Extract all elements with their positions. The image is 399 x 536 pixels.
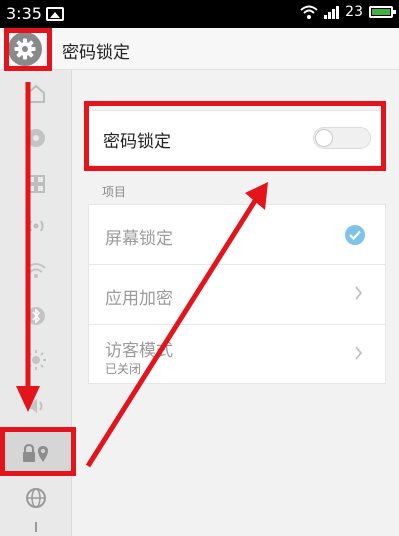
battery-level: 23	[345, 4, 363, 20]
sidebar-item-wifi[interactable]	[0, 248, 72, 292]
volume-icon	[28, 399, 43, 413]
list-item-label: 访客模式	[105, 341, 173, 361]
sidebar-item-home[interactable]	[0, 72, 72, 116]
list-item-guest-mode[interactable]: 访客模式 已关闭	[89, 325, 385, 385]
sidebar-item-compass[interactable]	[0, 116, 72, 160]
sidebar-item-grid[interactable]	[0, 162, 72, 206]
sidebar-item-bluetooth[interactable]	[0, 294, 72, 338]
annotation-box-gear	[4, 28, 52, 71]
more-icon	[35, 522, 37, 532]
list-item-label: 屏幕锁定	[105, 229, 173, 249]
list-item-subtitle: 已关闭	[105, 362, 142, 376]
status-indicators: 23	[300, 4, 396, 20]
image-notification-icon	[46, 7, 64, 21]
battery-icon	[369, 6, 396, 18]
signal-icon	[324, 5, 340, 19]
broadcast-icon	[28, 220, 44, 232]
section-label: 项目	[102, 185, 127, 199]
sidebar-item-globe[interactable]	[0, 476, 72, 520]
settings-list: 屏幕锁定 应用加密 访客模式 已关闭	[88, 204, 386, 384]
wifi-icon	[26, 263, 46, 278]
bluetooth-icon	[27, 307, 45, 325]
annotation-box-password-lock	[84, 101, 386, 171]
compass-icon	[27, 129, 45, 147]
sidebar-item-broadcast[interactable]	[0, 204, 72, 248]
wifi-status-icon	[300, 5, 318, 19]
sidebar-item-volume[interactable]	[0, 384, 72, 428]
sidebar-item-brightness[interactable]	[0, 338, 72, 382]
page-title: 密码锁定	[62, 43, 130, 63]
grid-icon	[27, 175, 45, 193]
title-bar: 密码锁定	[0, 28, 399, 70]
check-icon	[345, 225, 365, 245]
sidebar-item-more[interactable]	[0, 518, 72, 536]
list-item-screen-lock[interactable]: 屏幕锁定	[89, 205, 385, 265]
status-time: 3:35	[6, 4, 42, 23]
home-icon	[27, 84, 45, 103]
chevron-right-icon	[355, 286, 363, 300]
globe-icon	[26, 488, 46, 508]
annotation-box-lock-item	[0, 427, 76, 476]
list-item-label: 应用加密	[105, 289, 173, 309]
chevron-right-icon	[355, 346, 363, 360]
list-item-app-encryption[interactable]: 应用加密	[89, 265, 385, 325]
status-bar: 3:35 23	[0, 0, 399, 28]
brightness-icon	[26, 350, 46, 370]
